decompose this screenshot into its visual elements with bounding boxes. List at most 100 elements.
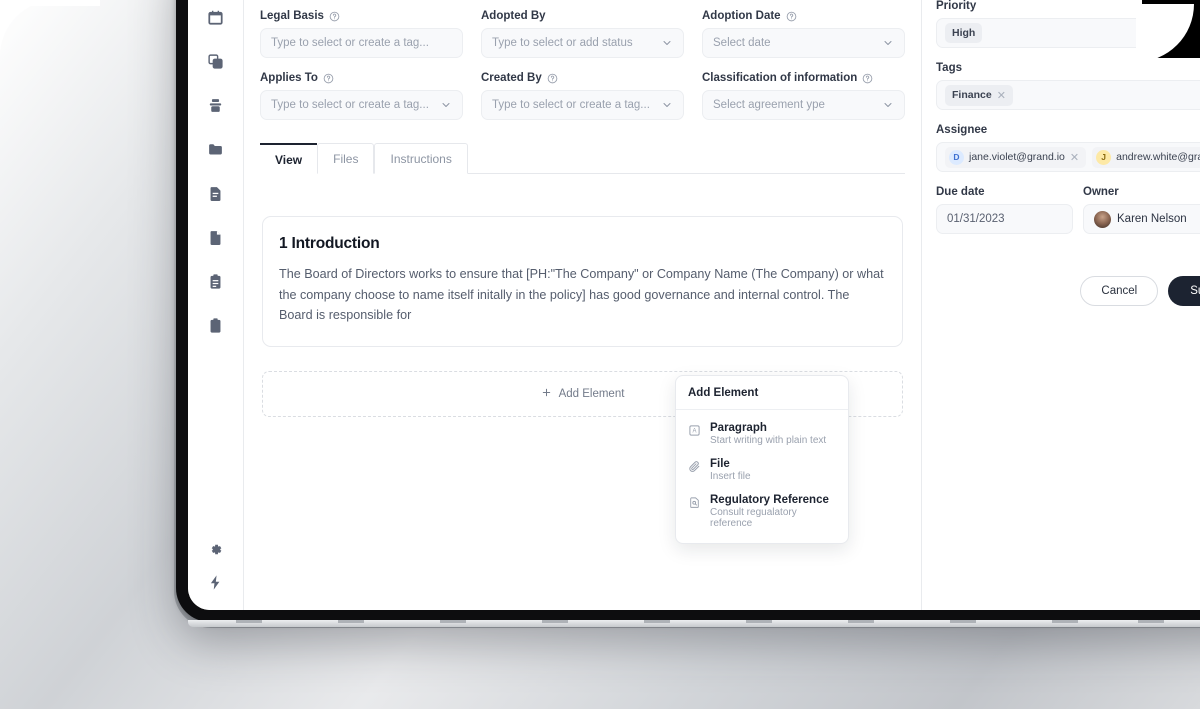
sidebar-item-archive[interactable] — [196, 90, 236, 120]
sidebar-item-settings[interactable] — [196, 534, 236, 564]
due-owner-row: Due date 01/31/2023 Owner Karen Nelson — [936, 186, 1200, 248]
clipboard-icon — [207, 317, 224, 334]
chevron-down-icon[interactable] — [661, 99, 673, 111]
assignee-email: jane.violet@grand.io — [969, 151, 1065, 163]
owner-field[interactable]: Karen Nelson — [1083, 204, 1200, 234]
field-label: Adoption Date — [702, 10, 905, 22]
calendar-icon — [207, 9, 224, 26]
sidebar-item-pages[interactable] — [196, 222, 236, 252]
tab-instructions[interactable]: Instructions — [374, 143, 468, 174]
priority-chip: High — [945, 23, 983, 43]
details-form: Legal Basis Type to select or create a t… — [260, 10, 905, 134]
remove-assignee-icon[interactable]: ✕ — [1070, 151, 1079, 164]
field-label: Applies To — [260, 72, 463, 84]
help-icon[interactable] — [862, 73, 873, 84]
chevron-down-icon[interactable] — [661, 37, 673, 49]
app-screen: Details Draft Changes — [188, 0, 1200, 610]
object-properties-panel: Object Properties Priority High Tags Fin… — [922, 0, 1200, 610]
menu-item-description: Consult regualatory reference — [710, 507, 797, 529]
tags-label: Tags — [936, 62, 962, 74]
field-label: Adopted By — [481, 10, 546, 22]
field-value: Type to select or create a tag... — [492, 99, 650, 111]
field-label: Classification of information — [702, 72, 905, 84]
field-adopted-by: Adopted By Type to select or add status — [481, 10, 684, 72]
add-element-menu-title: Add Element — [676, 376, 848, 410]
chevron-down-icon[interactable] — [882, 99, 894, 111]
field-adoption-date: Adoption Date Select date — [702, 10, 905, 72]
menu-item-paragraph[interactable]: A Paragraph Start writing with plain tex… — [676, 416, 848, 452]
menu-item-description: Start writing with plain text — [710, 435, 827, 446]
add-element-menu-list: A Paragraph Start writing with plain tex… — [676, 410, 848, 543]
sidebar-item-folders[interactable] — [196, 134, 236, 164]
tag-chip: Finance ✕ — [945, 84, 1013, 106]
help-icon[interactable] — [786, 11, 797, 22]
adopted-by-input[interactable]: Type to select or add status — [481, 28, 684, 58]
assignee-field[interactable]: D jane.violet@grand.io ✕ J andrew.white@… — [936, 142, 1200, 172]
device-foot-notches — [188, 620, 1200, 624]
tags-field[interactable]: Finance ✕ — [936, 80, 1200, 110]
owner-group: Owner Karen Nelson — [1083, 186, 1200, 248]
assignee-chip: J andrew.white@grand.io ✕ — [1092, 146, 1200, 168]
svg-text:A: A — [693, 429, 697, 435]
chevron-down-icon[interactable] — [882, 37, 894, 49]
icon-sidebar — [188, 0, 244, 610]
content-tabs: View Files Instructions — [260, 142, 905, 174]
created-by-input[interactable]: Type to select or create a tag... — [481, 90, 684, 120]
due-date-input[interactable]: 01/31/2023 — [936, 204, 1073, 234]
field-value: Type to select or create a tag... — [271, 37, 429, 49]
field-classification: Classification of information Select agr… — [702, 72, 905, 134]
priority-field[interactable]: High — [936, 18, 1200, 48]
assignee-email: andrew.white@grand.io — [1116, 151, 1200, 163]
submit-button[interactable]: Submit — [1168, 276, 1200, 306]
introduction-block[interactable]: 1 Introduction The Board of Directors wo… — [262, 216, 903, 347]
gear-icon — [207, 541, 224, 558]
sidebar-item-documents[interactable] — [196, 178, 236, 208]
field-legal-basis: Legal Basis Type to select or create a t… — [260, 10, 463, 72]
due-date-group: Due date 01/31/2023 — [936, 186, 1073, 248]
tag-chip-label: Finance — [952, 89, 992, 101]
field-value: Select agreement ype — [713, 99, 825, 111]
remove-tag-icon[interactable]: ✕ — [997, 89, 1006, 102]
field-value: Type to select or add status — [492, 37, 633, 49]
plus-icon — [541, 387, 552, 401]
add-element-label: Add Element — [558, 387, 625, 400]
legal-basis-input[interactable]: Type to select or create a tag... — [260, 28, 463, 58]
introduction-paragraph: The Board of Directors works to ensure t… — [279, 267, 884, 322]
field-created-by: Created By Type to select or create a ta… — [481, 72, 684, 134]
lightning-icon — [207, 574, 224, 591]
tab-view[interactable]: View — [260, 143, 318, 174]
sidebar-item-copies[interactable] — [196, 46, 236, 76]
chevron-down-icon[interactable] — [440, 99, 452, 111]
assignee-chip: D jane.violet@grand.io ✕ — [945, 146, 1087, 168]
classification-input[interactable]: Select agreement ype — [702, 90, 905, 120]
owner-name: Karen Nelson — [1117, 213, 1187, 225]
panel-actions: Cancel Submit — [936, 276, 1200, 306]
menu-item-label: File — [710, 458, 730, 470]
tab-files[interactable]: Files — [317, 143, 375, 174]
copy-icon — [207, 53, 224, 70]
menu-item-label: Regulatory Reference — [710, 494, 829, 506]
help-icon[interactable] — [323, 73, 334, 84]
field-value: Type to select or create a tag... — [271, 99, 429, 111]
cancel-button[interactable]: Cancel — [1080, 276, 1159, 306]
menu-item-regulatory-reference[interactable]: Regulatory Reference Consult regualatory… — [676, 488, 848, 535]
field-applies-to: Applies To Type to select or create a ta… — [260, 72, 463, 134]
help-icon[interactable] — [547, 73, 558, 84]
sidebar-item-calendar[interactable] — [196, 2, 236, 32]
applies-to-input[interactable]: Type to select or create a tag... — [260, 90, 463, 120]
folder-icon — [207, 141, 224, 158]
priority-label: Priority — [936, 0, 977, 12]
add-element-menu: Add Element A Paragraph Start writing wi… — [675, 375, 849, 544]
help-icon[interactable] — [329, 11, 340, 22]
clipboard-list-icon — [207, 273, 224, 290]
introduction-heading: 1 Introduction — [279, 235, 380, 252]
sidebar-item-automations[interactable] — [196, 574, 236, 610]
menu-item-file[interactable]: File Insert file — [676, 452, 848, 488]
sidebar-item-tasks[interactable] — [196, 266, 236, 296]
avatar: D — [949, 149, 964, 165]
details-header: Details Draft Changes — [260, 0, 905, 10]
field-label: Legal Basis — [260, 10, 463, 22]
sidebar-item-clipboard[interactable] — [196, 310, 236, 340]
due-date-value: 01/31/2023 — [947, 213, 1005, 225]
adoption-date-input[interactable]: Select date — [702, 28, 905, 58]
